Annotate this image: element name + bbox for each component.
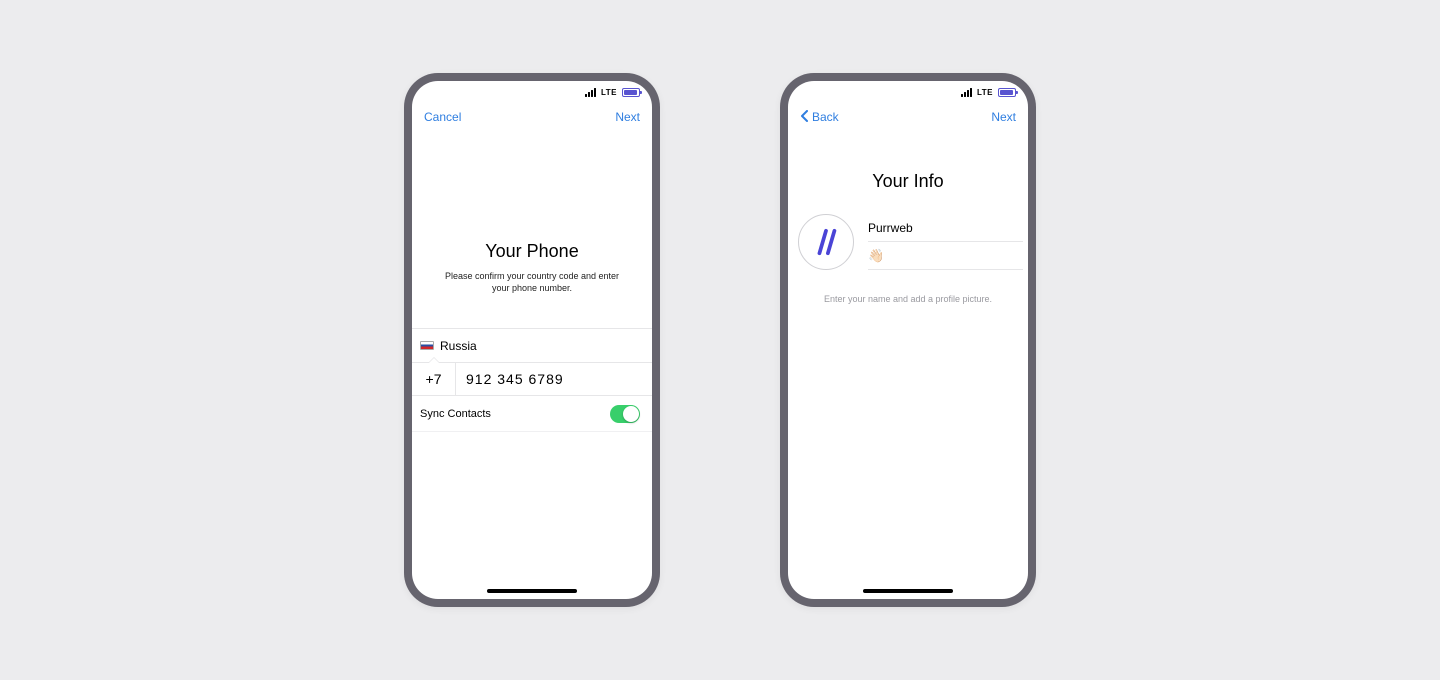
phone-input[interactable] xyxy=(456,363,652,395)
phone-mock-left: LTE Cancel Next Your Phone Please confir… xyxy=(404,73,660,607)
network-label: LTE xyxy=(977,88,993,97)
screen: LTE Back Next Your Info xyxy=(788,81,1028,599)
avatar-placeholder[interactable] xyxy=(798,214,854,270)
phone-row: +7 xyxy=(412,362,652,396)
avatar-slashes-icon xyxy=(811,227,841,257)
signal-icon xyxy=(585,88,596,97)
home-indicator[interactable] xyxy=(863,589,953,593)
next-button[interactable]: Next xyxy=(615,110,640,124)
name-fields: 👋🏻 xyxy=(868,214,1023,270)
page-subtitle: Please confirm your country code and ent… xyxy=(412,270,652,294)
country-name: Russia xyxy=(440,339,477,353)
content-area: Your Phone Please confirm your country c… xyxy=(412,131,652,599)
country-row[interactable]: Russia xyxy=(412,328,652,362)
back-label: Back xyxy=(812,110,839,124)
helper-text: Enter your name and add a profile pictur… xyxy=(788,294,1028,304)
content-area: Your Info 👋🏻 Enter your name and add a p… xyxy=(788,131,1028,599)
page-title: Your Phone xyxy=(412,241,652,262)
network-label: LTE xyxy=(601,88,617,97)
sync-contacts-row: Sync Contacts xyxy=(412,396,652,432)
page-title: Your Info xyxy=(788,171,1028,192)
last-name-input[interactable]: 👋🏻 xyxy=(868,242,1023,270)
status-bar: LTE xyxy=(788,81,1028,103)
first-name-input[interactable] xyxy=(868,214,1023,242)
battery-icon xyxy=(998,88,1016,97)
status-bar: LTE xyxy=(412,81,652,103)
next-button[interactable]: Next xyxy=(991,110,1016,124)
battery-icon xyxy=(622,88,640,97)
country-code[interactable]: +7 xyxy=(412,363,456,395)
nav-bar: Cancel Next xyxy=(412,103,652,131)
screen: LTE Cancel Next Your Phone Please confir… xyxy=(412,81,652,599)
home-indicator[interactable] xyxy=(487,589,577,593)
sync-toggle[interactable] xyxy=(610,405,640,423)
chevron-left-icon xyxy=(800,110,810,125)
nav-bar: Back Next xyxy=(788,103,1028,131)
signal-icon xyxy=(961,88,972,97)
profile-row: 👋🏻 xyxy=(788,214,1028,270)
cancel-button[interactable]: Cancel xyxy=(424,110,461,124)
flag-icon xyxy=(420,341,434,350)
sync-label: Sync Contacts xyxy=(420,408,491,420)
phone-field-group: Russia +7 xyxy=(412,328,652,396)
phone-mock-right: LTE Back Next Your Info xyxy=(780,73,1036,607)
back-button[interactable]: Back xyxy=(800,110,839,125)
